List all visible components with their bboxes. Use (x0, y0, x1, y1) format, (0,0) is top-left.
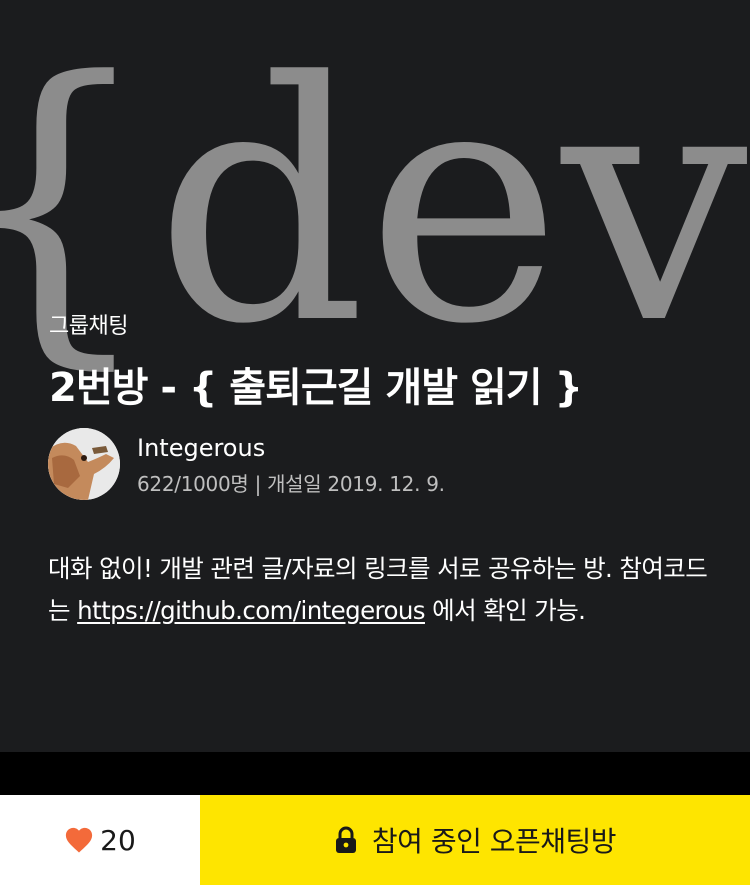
join-chat-label: 참여 중인 오픈채팅방 (371, 825, 617, 858)
like-button[interactable]: 20 (0, 795, 200, 885)
like-count: 20 (100, 823, 136, 857)
owner-name[interactable]: Integerous (137, 434, 265, 462)
join-chat-button[interactable]: 참여 중인 오픈채팅방 (200, 795, 750, 885)
room-meta: 622/1000명 | 개설일 2019. 12. 9. (137, 472, 445, 496)
github-link[interactable]: https://github.com/integerous (77, 596, 425, 625)
lock-icon (335, 826, 356, 853)
room-cover: {dev} 그룹채팅 2번방 - { 출퇴근길 개발 읽기 } Integero… (0, 0, 750, 752)
bottom-bar: 20 참여 중인 오픈채팅방 (0, 795, 750, 885)
room-description: 대화 없이! 개발 관련 글/자료의 링크를 서로 공유하는 방. 참여코드는 … (48, 548, 708, 632)
room-category: 그룹채팅 (49, 314, 128, 339)
heart-icon (66, 827, 93, 853)
description-text-end: 에서 확인 가능. (424, 596, 586, 625)
owner-avatar[interactable] (48, 428, 120, 500)
room-title: 2번방 - { 출퇴근길 개발 읽기 } (49, 365, 583, 411)
